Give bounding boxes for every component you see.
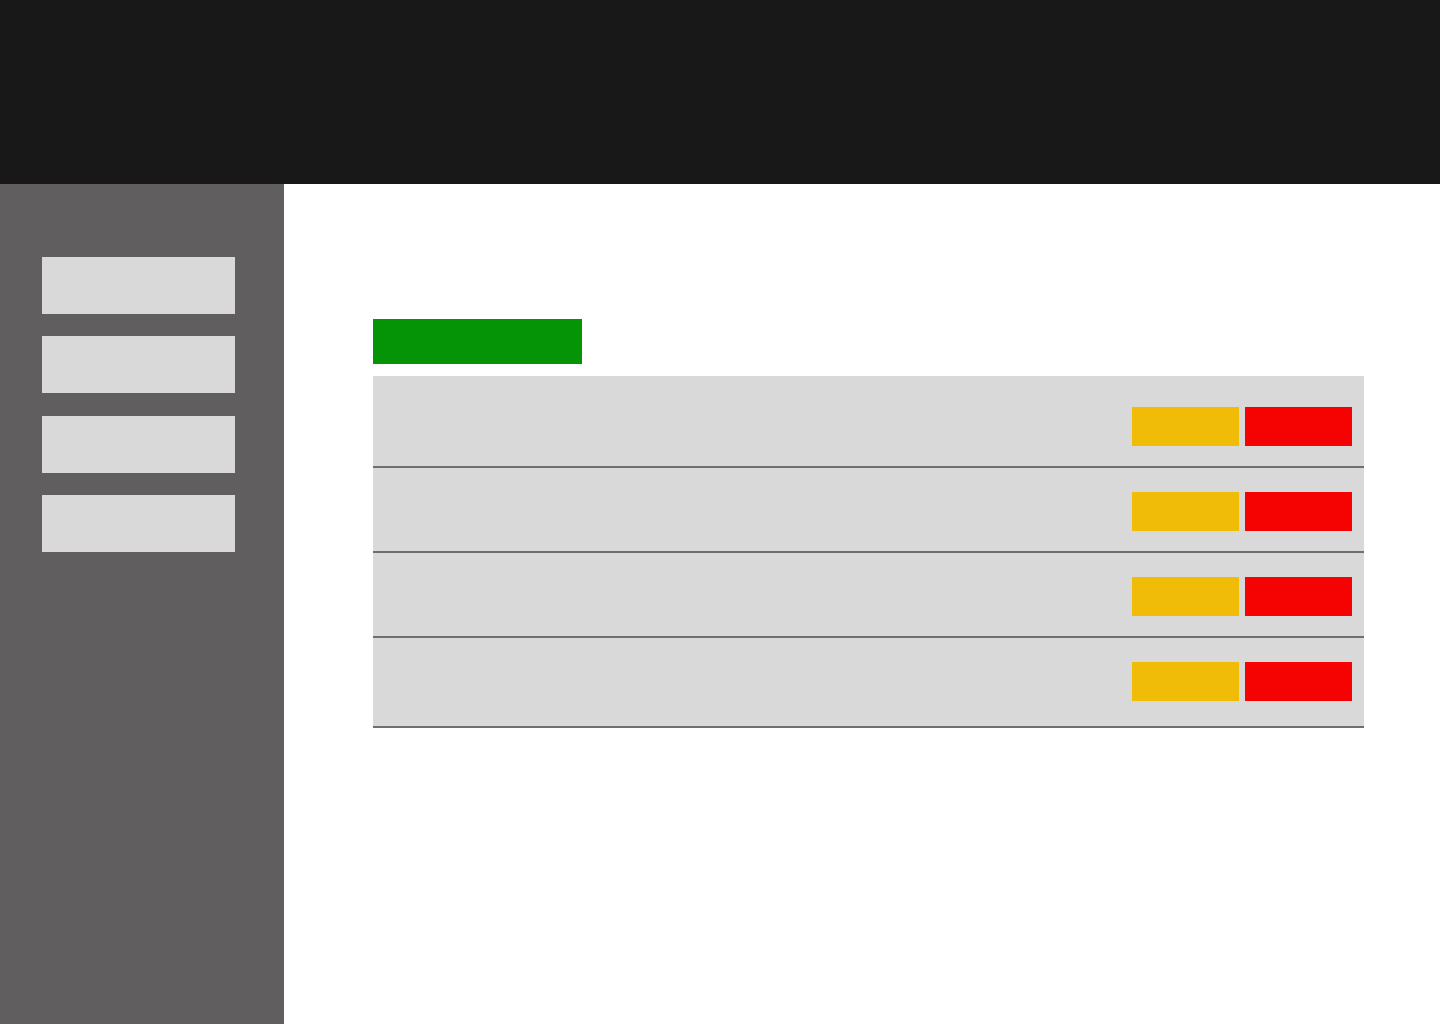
delete-button[interactable] bbox=[1245, 407, 1352, 446]
edit-button[interactable] bbox=[1132, 662, 1239, 701]
delete-button[interactable] bbox=[1245, 577, 1352, 616]
edit-button[interactable] bbox=[1132, 492, 1239, 531]
table-row bbox=[373, 468, 1364, 553]
sidebar bbox=[0, 184, 284, 1024]
edit-button[interactable] bbox=[1132, 577, 1239, 616]
edit-button[interactable] bbox=[1132, 407, 1239, 446]
add-button[interactable] bbox=[373, 319, 582, 364]
sidebar-item-1[interactable] bbox=[42, 257, 235, 314]
table-row bbox=[373, 638, 1364, 728]
sidebar-item-4[interactable] bbox=[42, 495, 235, 552]
top-bar bbox=[0, 0, 1440, 184]
table-row bbox=[373, 553, 1364, 638]
sidebar-item-3[interactable] bbox=[42, 416, 235, 473]
delete-button[interactable] bbox=[1245, 492, 1352, 531]
items-table bbox=[373, 376, 1364, 728]
table-row bbox=[373, 376, 1364, 468]
delete-button[interactable] bbox=[1245, 662, 1352, 701]
sidebar-item-2[interactable] bbox=[42, 336, 235, 393]
